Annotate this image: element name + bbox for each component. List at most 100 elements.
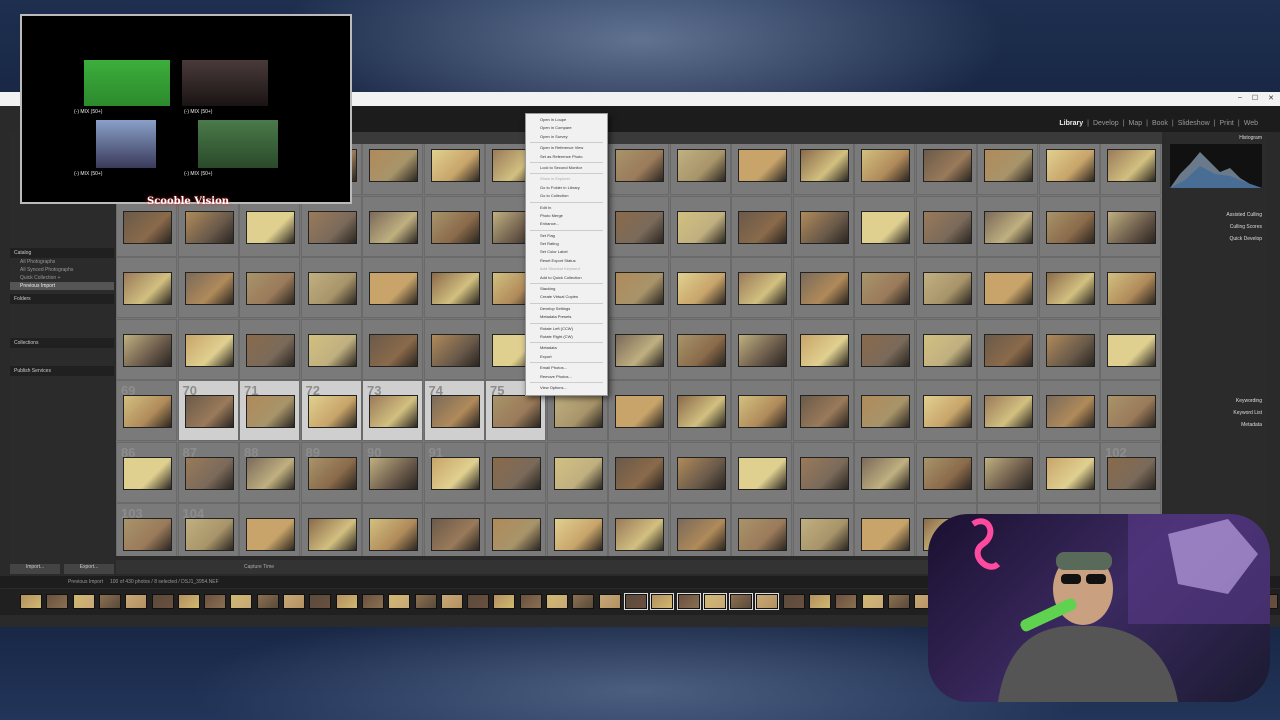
grid-cell[interactable] [669,195,731,257]
photo-thumbnail[interactable] [984,395,1033,428]
photo-thumbnail[interactable] [922,395,972,428]
filmstrip-thumbnail[interactable] [676,593,701,610]
grid-cell[interactable] [977,380,1038,441]
grid-cell[interactable] [362,257,423,318]
grid-cell[interactable]: 91 [423,441,485,503]
photo-thumbnail[interactable] [1045,395,1095,428]
context-menu-item[interactable]: Open in Loupe [526,116,607,124]
maximize-icon[interactable]: ☐ [1252,94,1258,102]
grid-cell[interactable] [1038,380,1100,441]
photo-thumbnail[interactable] [984,333,1033,367]
photo-thumbnail[interactable] [369,210,418,244]
context-menu-item[interactable]: Metadata [526,344,607,352]
photo-thumbnail[interactable] [1107,333,1156,367]
grid-cell[interactable] [1038,257,1100,318]
module-print[interactable]: Print [1219,120,1233,127]
photo-thumbnail[interactable] [492,456,541,490]
photo-thumbnail[interactable] [307,456,357,490]
photo-thumbnail[interactable] [799,518,849,551]
context-menu-item[interactable]: Show in Explorer [526,175,607,183]
grid-cell[interactable] [792,441,854,503]
filmstrip-thumbnail[interactable] [467,594,490,609]
photo-thumbnail[interactable] [1107,149,1156,182]
grid-cell[interactable]: 74 [423,380,485,441]
photo-thumbnail[interactable] [307,395,357,428]
photo-thumbnail[interactable] [861,518,910,551]
photo-thumbnail[interactable] [123,456,172,490]
grid-cell[interactable]: 103 [116,503,177,556]
grid-cell[interactable]: 69 [116,380,177,441]
grid-cell[interactable] [239,257,300,318]
filmstrip-thumbnail[interactable] [204,594,227,609]
grid-cell[interactable] [362,503,423,556]
grid-cell[interactable]: 89 [300,441,362,503]
context-menu-item[interactable]: Add to Quick Collection [526,274,607,282]
photo-thumbnail[interactable] [922,210,972,244]
grid-cell[interactable] [731,257,792,318]
assisted-culling-header[interactable]: Assisted Culling [1226,212,1262,218]
grid-cell[interactable] [1100,380,1161,441]
grid-cell[interactable] [915,144,977,195]
filmstrip-thumbnail[interactable] [309,594,332,609]
photo-thumbnail[interactable] [676,518,726,551]
context-menu-item[interactable]: Add Shortcut Keyword [526,265,607,273]
photo-thumbnail[interactable] [615,456,664,490]
photo-thumbnail[interactable] [799,272,849,305]
photo-thumbnail[interactable] [676,149,726,182]
context-menu-item[interactable]: Metadata Presets [526,313,607,321]
grid-cell[interactable] [1038,144,1100,195]
filmstrip-thumbnail[interactable] [623,593,648,610]
catalog-item[interactable]: All Synced Photographs [10,266,114,274]
photo-thumbnail[interactable] [246,456,295,490]
photo-thumbnail[interactable] [307,210,357,244]
grid-cell[interactable] [731,503,792,556]
grid-cell[interactable] [792,257,854,318]
grid-cell[interactable] [854,257,915,318]
grid-cell[interactable] [362,144,423,195]
photo-thumbnail[interactable] [430,456,480,490]
photo-thumbnail[interactable] [799,333,849,367]
photo-thumbnail[interactable] [922,333,972,367]
filmstrip-thumbnail[interactable] [440,594,463,609]
grid-cell[interactable] [423,503,485,556]
photo-thumbnail[interactable] [676,456,726,490]
photo-thumbnail[interactable] [861,456,910,490]
grid-cell[interactable]: 102 [1100,441,1161,503]
grid-cell[interactable] [915,318,977,380]
grid-cell[interactable] [669,318,731,380]
grid-cell[interactable] [731,380,792,441]
photo-thumbnail[interactable] [615,333,664,367]
metadata-header[interactable]: Metadata [1241,422,1262,428]
grid-cell[interactable] [731,318,792,380]
photo-thumbnail[interactable] [738,518,787,551]
module-library[interactable]: Library [1059,120,1083,127]
filmstrip-thumbnail[interactable] [151,594,174,609]
module-slideshow[interactable]: Slideshow [1178,120,1210,127]
photo-thumbnail[interactable] [369,456,418,490]
grid-cell[interactable] [423,144,485,195]
filmstrip-thumbnail[interactable] [46,594,69,609]
grid-cell[interactable] [854,441,915,503]
filmstrip-thumbnail[interactable] [335,594,358,609]
context-menu-item[interactable]: Lock to Second Monitor [526,164,607,172]
grid-cell[interactable] [608,144,669,195]
context-menu-item[interactable]: Go to Collection [526,192,607,200]
grid-cell[interactable] [608,441,669,503]
catalog-item[interactable]: Quick Collection + [10,274,114,282]
photo-thumbnail[interactable] [369,272,418,305]
context-menu-item[interactable]: Photo Merge [526,212,607,220]
sort-order[interactable]: Capture Time [244,564,274,570]
photo-thumbnail[interactable] [615,518,664,551]
grid-cell[interactable] [854,144,915,195]
photo-thumbnail[interactable] [553,395,603,428]
photo-thumbnail[interactable] [799,210,849,244]
photo-thumbnail[interactable] [430,518,480,551]
filmstrip-thumbnail[interactable] [887,594,910,609]
grid-cell[interactable] [177,318,239,380]
filmstrip-thumbnail[interactable] [283,594,305,609]
photo-thumbnail[interactable] [307,518,357,551]
grid-cell[interactable] [1038,441,1100,503]
grid-cell[interactable] [731,441,792,503]
photo-thumbnail[interactable] [430,333,480,367]
photo-thumbnail[interactable] [492,395,541,428]
